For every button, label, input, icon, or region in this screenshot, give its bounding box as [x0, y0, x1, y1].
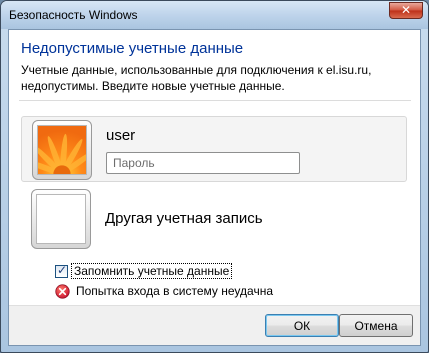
blank-avatar-icon	[31, 189, 91, 249]
checkmark-icon: ✓	[57, 262, 68, 277]
password-input[interactable]	[106, 152, 300, 174]
close-icon: ✕	[400, 3, 412, 17]
user-name: user	[106, 127, 136, 144]
flower-avatar-icon	[37, 125, 87, 175]
error-message: Попытка входа в систему неудачна	[55, 282, 273, 300]
divider	[19, 100, 411, 101]
credential-tile-other-account[interactable]: Другая учетная запись	[21, 186, 407, 252]
remember-credentials-row[interactable]: ✓ Запомнить учетные данные	[55, 262, 233, 279]
window-title: Безопасность Windows	[9, 8, 138, 22]
dialog-heading: Недопустимые учетные данные	[21, 40, 244, 57]
dialog-body: Недопустимые учетные данные Учетные данн…	[8, 29, 421, 346]
other-account-label: Другая учетная запись	[105, 210, 263, 227]
error-text: Попытка входа в систему неудачна	[76, 284, 273, 298]
error-x-icon	[55, 283, 70, 299]
title-bar[interactable]: Безопасность Windows ✕	[1, 1, 428, 29]
ok-button[interactable]: ОК	[265, 314, 339, 337]
remember-label[interactable]: Запомнить учетные данные	[71, 263, 233, 279]
button-bar: ОК Отмена	[9, 305, 420, 345]
close-button[interactable]: ✕	[389, 2, 423, 19]
credential-tile-user[interactable]: user	[21, 116, 407, 182]
cancel-button[interactable]: Отмена	[339, 314, 413, 337]
avatar	[32, 120, 92, 180]
dialog-description: Учетные данные, использованные для подкл…	[21, 63, 372, 93]
dialog-window: Безопасность Windows ✕ Недопустимые учет…	[0, 0, 429, 353]
remember-checkbox[interactable]: ✓	[55, 262, 68, 278]
